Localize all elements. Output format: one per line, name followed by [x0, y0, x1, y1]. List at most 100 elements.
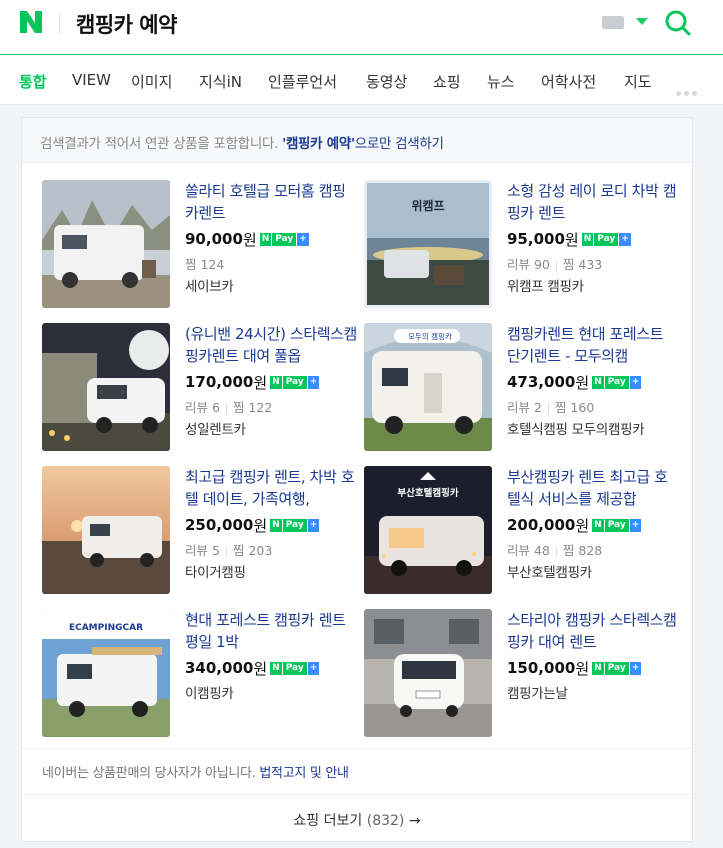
product-meta: 리뷰 6 찜 122: [185, 397, 357, 415]
store-name[interactable]: 위캠프 캠핑카: [507, 275, 679, 295]
legal-text: 네이버는 상품판매의 당사자가 아닙니다.: [42, 766, 260, 781]
product-title[interactable]: 부산캠핑카 렌트 최고급 호텔식 서비스를 제공합: [507, 466, 679, 510]
notice-query[interactable]: '캠핑카 예약': [282, 136, 355, 152]
price-value: 170,000: [185, 373, 254, 391]
review-count[interactable]: 리뷰 48: [507, 543, 550, 558]
product-title[interactable]: 현대 포레스트 캠핑카 렌트 평일 1박: [185, 609, 357, 653]
tab-view[interactable]: VIEW: [72, 71, 111, 89]
price-unit: 원: [253, 373, 268, 392]
wish-count: 찜 433: [562, 257, 603, 272]
store-name[interactable]: 이캠핑카: [185, 682, 357, 702]
price-unit: 원: [564, 230, 579, 249]
legal-link[interactable]: 법적고지 및 안내: [259, 766, 349, 781]
review-count[interactable]: 리뷰 6: [185, 400, 220, 415]
review-count[interactable]: 리뷰 90: [507, 257, 550, 272]
npay-badge: N Pay +: [581, 232, 631, 246]
product-item[interactable]: ECAMPINGCAR 현대 포레스트 캠핑카 렌트 평일 1박 340,000…: [42, 609, 354, 741]
tab-video[interactable]: 동영상: [366, 71, 407, 92]
store-name[interactable]: 캠핑가는날: [507, 682, 679, 702]
npay-badge: N Pay +: [592, 518, 642, 532]
product-thumbnail[interactable]: 모두의 캠핑카: [364, 323, 492, 451]
shopping-more-button[interactable]: 쇼핑 더보기 (832) →: [22, 794, 692, 841]
price-value: 150,000: [507, 659, 576, 677]
store-name[interactable]: 세이브카: [185, 275, 357, 295]
price-value: 250,000: [185, 516, 254, 534]
store-name[interactable]: 호텔식캠핑 모두의캠핑카: [507, 418, 679, 438]
product-item[interactable]: 쏠라티 호텔급 모터홈 캠핑카렌트 90,000 원 N Pay + 찜 124 세이…: [42, 180, 354, 312]
product-item[interactable]: 스타리아 캠핑카 스타렉스캠핑카 대여 렌트 150,000 원 N Pay + 캠핑…: [364, 609, 679, 741]
top-bar: 캠핑카 예약: [0, 0, 723, 55]
price: 473,000 원 N Pay +: [507, 371, 679, 393]
shopping-section: 검색결과가 적어서 연관 상품을 포함합니다. '캠핑카 예약'으로만 검색하기…: [21, 117, 693, 842]
exact-search-link[interactable]: 검색하기: [395, 136, 444, 152]
tab-shopping[interactable]: 쇼핑: [433, 71, 461, 92]
price-unit: 원: [575, 373, 590, 392]
product-item[interactable]: 부산호텔캠핑카 부산캠핑카 렌트 최고급 호텔식 서비스를 제공합 200,00…: [364, 466, 676, 598]
price-unit: 원: [575, 659, 590, 678]
tab-dictionary[interactable]: 어학사전: [541, 71, 596, 92]
price: 95,000 원 N Pay +: [507, 228, 679, 250]
more-label: 쇼핑 더보기: [293, 813, 363, 829]
product-item[interactable]: 모두의 캠핑카 캠핑카렌트 현대 포레스트 단기렌트 - 모두의캠 473,00…: [364, 323, 676, 455]
store-name[interactable]: 부산호텔캠핑카: [507, 561, 679, 581]
price: 90,000 원 N Pay +: [185, 228, 357, 250]
price: 170,000 원 N Pay +: [185, 371, 357, 393]
tab-integrated[interactable]: 통합: [19, 71, 47, 92]
svg-text:위캠프: 위캠프: [411, 198, 444, 213]
product-thumbnail[interactable]: ECAMPINGCAR: [42, 609, 170, 737]
notice-text: 검색결과가 적어서 연관 상품을 포함합니다.: [40, 136, 283, 152]
npay-badge: N Pay +: [592, 375, 642, 389]
divider: [59, 12, 60, 34]
npay-badge: N Pay +: [270, 375, 320, 389]
store-name[interactable]: 타이거캠핑: [185, 561, 357, 581]
wish-count: 찜 160: [554, 400, 595, 415]
search-tabs: 통합 VIEW 이미지 지식iN 인플루언서 동영상 쇼핑 뉴스 어학사전 지도: [0, 55, 723, 105]
more-tabs-icon[interactable]: [676, 81, 700, 100]
product-meta: 리뷰 90 찜 433: [507, 254, 679, 272]
product-item[interactable]: 최고급 캠핑카 렌트, 차박 호텔 데이트, 가족여행, 250,000 원 NP…: [42, 466, 357, 598]
product-title[interactable]: 최고급 캠핑카 렌트, 차박 호텔 데이트, 가족여행,: [185, 466, 357, 510]
npay-badge: N Pay +: [270, 518, 320, 532]
product-meta: 리뷰 2 찜 160: [507, 397, 679, 415]
tab-news[interactable]: 뉴스: [487, 71, 515, 92]
product-thumbnail[interactable]: [42, 323, 170, 451]
tab-kin[interactable]: 지식iN: [199, 71, 242, 92]
product-title[interactable]: 쏠라티 호텔급 모터홈 캠핑카렌트: [185, 180, 357, 224]
product-item[interactable]: (유니밴 24시간) 스타렉스캠핑카렌트 대여 풀옵 170,000 원 N Pay…: [42, 323, 357, 455]
product-title[interactable]: 소형 감성 레이 로디 차박 캠핑카 렌트: [507, 180, 679, 224]
npay-badge: N Pay +: [259, 232, 309, 246]
dropdown-arrow-icon[interactable]: [636, 18, 648, 25]
arrow-right-icon: →: [408, 813, 421, 829]
product-title[interactable]: 캠핑카렌트 현대 포레스트 단기렌트 - 모두의캠: [507, 323, 679, 367]
tab-images[interactable]: 이미지: [131, 71, 172, 92]
npay-badge: N Pay +: [592, 661, 642, 675]
product-thumbnail[interactable]: 부산호텔캠핑카: [364, 466, 492, 594]
naver-logo[interactable]: [20, 11, 42, 33]
product-item[interactable]: 위캠프 소형 감성 레이 로디 차박 캠핑카 렌트 95,000 원 N Pay + …: [364, 180, 679, 312]
search-query[interactable]: 캠핑카 예약: [76, 9, 177, 39]
svg-text:ECAMPINGCAR: ECAMPINGCAR: [69, 623, 143, 633]
product-thumbnail[interactable]: [42, 180, 170, 308]
svg-text:부산호텔캠핑카: 부산호텔캠핑카: [397, 487, 458, 499]
review-count[interactable]: 리뷰 2: [507, 400, 542, 415]
price-unit: 원: [575, 516, 590, 535]
tab-map[interactable]: 지도: [624, 71, 652, 92]
tab-influencer[interactable]: 인플루언서: [268, 71, 337, 92]
keyboard-icon[interactable]: [602, 16, 624, 29]
product-thumbnail[interactable]: [42, 466, 170, 594]
price-value: 95,000: [507, 230, 565, 248]
product-meta: 리뷰 48 찜 828: [507, 540, 679, 558]
product-title[interactable]: 스타리아 캠핑카 스타렉스캠핑카 대여 렌트: [507, 609, 679, 653]
related-notice: 검색결과가 적어서 연관 상품을 포함합니다. '캠핑카 예약'으로만 검색하기: [22, 118, 692, 163]
product-title[interactable]: (유니밴 24시간) 스타렉스캠핑카렌트 대여 풀옵: [185, 323, 357, 367]
notice-suffix[interactable]: 으로만: [355, 136, 395, 152]
price-unit: 원: [242, 230, 257, 249]
price: 200,000 원 N Pay +: [507, 514, 679, 536]
more-count: (832): [366, 813, 405, 829]
product-thumbnail[interactable]: 위캠프: [364, 180, 492, 308]
price-unit: 원: [253, 659, 268, 678]
product-thumbnail[interactable]: [364, 609, 492, 737]
review-count[interactable]: 리뷰 5: [185, 543, 220, 558]
store-name[interactable]: 성일렌트카: [185, 418, 357, 438]
search-icon[interactable]: [664, 9, 692, 37]
